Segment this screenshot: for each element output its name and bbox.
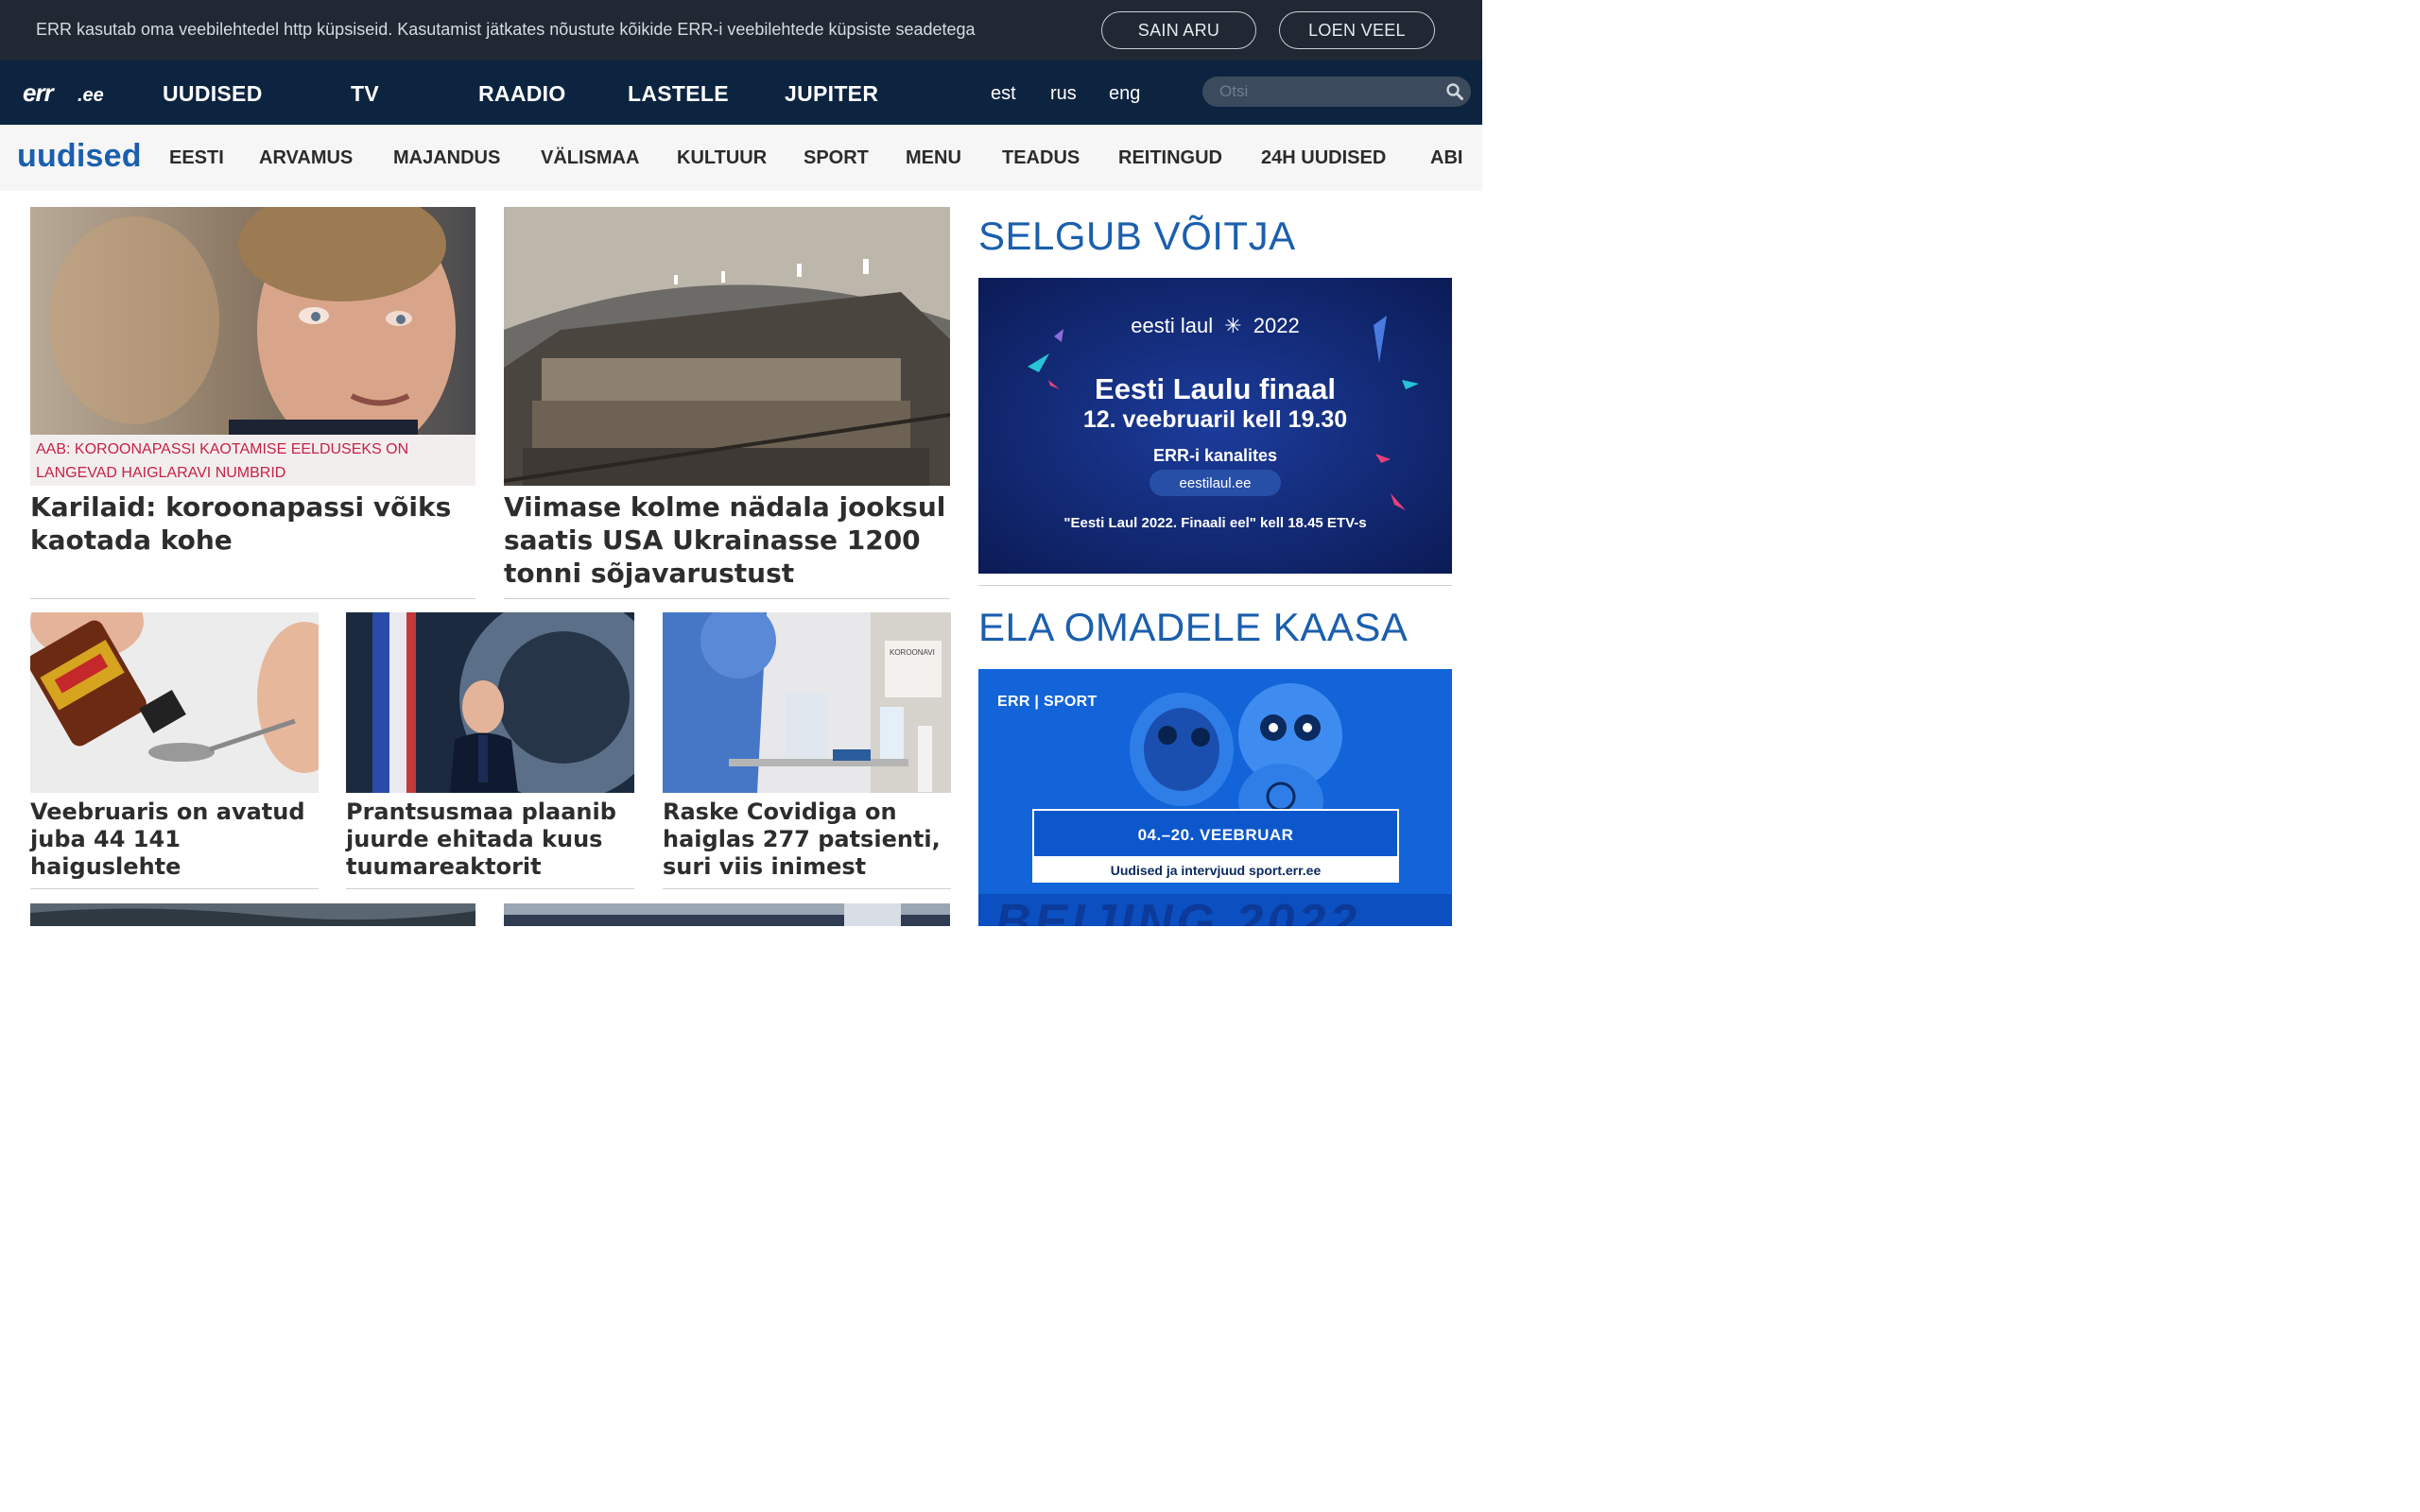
- article-kicker[interactable]: Aab: koroonapassi kaotamise eelduseks on…: [30, 435, 475, 486]
- divider: [30, 598, 475, 599]
- eesti-laul-brand-text: eesti laul: [1131, 314, 1214, 337]
- cookie-bar: ERR kasutab oma veebilehtedel http küpsi…: [0, 0, 1482, 60]
- subnav-menu[interactable]: MENU: [906, 147, 961, 169]
- nav-jupiter[interactable]: JUPITER: [785, 81, 878, 107]
- subnav-majandus[interactable]: MAJANDUS: [393, 147, 500, 169]
- eesti-laul-brand: eesti laul ✳ 2022: [978, 314, 1452, 338]
- cookie-accept-button[interactable]: SAIN ARU: [1101, 11, 1256, 49]
- eesti-laul-date: 12. veebruaril kell 19.30: [1082, 406, 1348, 433]
- section-brand[interactable]: uudised: [17, 138, 142, 175]
- divider: [30, 888, 319, 889]
- err-logo[interactable]: err .ee: [23, 78, 113, 109]
- nav-raadio[interactable]: RAADIO: [478, 81, 566, 107]
- lang-eng[interactable]: eng: [1109, 83, 1140, 105]
- article-image-cargo-plane[interactable]: [504, 207, 950, 486]
- subnav-kultuur[interactable]: KULTUUR: [677, 147, 767, 169]
- nav-uudised[interactable]: UUDISED: [163, 81, 263, 107]
- olympics-dates-box: 04.–20. VEEBRUAR: [1032, 809, 1399, 858]
- beijing-2022-text: BEIJING 2022: [995, 895, 1361, 926]
- olympics-banner[interactable]: ERR | SPORT 04.–20. VEEBRUAR Uudised ja …: [978, 669, 1452, 926]
- eesti-laul-note: "Eesti Laul 2022. Finaali eel" kell 18.4…: [1063, 515, 1367, 531]
- eesti-laul-title: Eesti Laulu finaal: [1095, 372, 1336, 405]
- eesti-laul-banner[interactable]: eesti laul ✳ 2022 Eesti Laulu finaal 12.…: [978, 278, 1452, 574]
- divider: [978, 585, 1452, 586]
- svg-text:KOROONAVI: KOROONAVI: [890, 648, 935, 657]
- olympics-dates: 04.–20. VEEBRUAR: [1137, 826, 1294, 844]
- subnav-24h-uudised[interactable]: 24H UUDISED: [1261, 147, 1386, 169]
- cookie-read-more-button[interactable]: LOEN VEEL: [1279, 11, 1435, 49]
- article-image-karilaid[interactable]: [30, 207, 475, 435]
- divider: [504, 598, 950, 599]
- subnav-arvamus[interactable]: ARVAMUS: [259, 147, 353, 169]
- article-image-medicine[interactable]: [30, 612, 319, 793]
- subnav-valismaa[interactable]: VÄLISMAA: [541, 147, 639, 169]
- divider: [346, 888, 634, 889]
- sidebar-title-selgub-voitja: SELGUB VÕITJA: [978, 214, 1296, 258]
- article-title-ukraine-aid[interactable]: Viimase kolme nädala jooksul saatis USA …: [504, 490, 950, 590]
- subnav-abi[interactable]: ABI: [1430, 147, 1462, 169]
- eesti-laul-year: 2022: [1253, 314, 1300, 337]
- subnav-sport[interactable]: SPORT: [804, 147, 869, 169]
- cookie-text: ERR kasutab oma veebilehtedel http küpsi…: [36, 20, 976, 39]
- article-image-next-1[interactable]: [30, 903, 475, 926]
- article-title-karilaid[interactable]: Karilaid: koroonapassi võiks kaotada koh…: [30, 490, 475, 557]
- nav-lastele[interactable]: LASTELE: [628, 81, 729, 107]
- lang-rus[interactable]: rus: [1050, 83, 1077, 105]
- eesti-laul-star-icon: ✳: [1224, 314, 1242, 337]
- article-image-covid-testing[interactable]: KOROONAVI: [663, 612, 951, 793]
- subnav-reitingud[interactable]: REITINGUD: [1118, 147, 1222, 169]
- search-icon[interactable]: [1446, 83, 1463, 100]
- divider: [663, 888, 951, 889]
- search-box: [1202, 77, 1471, 107]
- eesti-laul-site-pill[interactable]: eestilaul.ee: [1150, 470, 1281, 496]
- article-title-nuclear[interactable]: Prantsusmaa plaanib juurde ehitada kuus …: [346, 799, 634, 881]
- search-input[interactable]: [1219, 82, 1437, 101]
- sidebar-title-ela-omadele-kaasa: ELA OMADELE KAASA: [978, 605, 1409, 649]
- eesti-laul-channels: ERR-i kanalites: [1152, 446, 1278, 465]
- article-title-covid-hospital[interactable]: Raske Covidiga on haiglas 277 patsienti,…: [663, 799, 951, 881]
- article-image-macron[interactable]: [346, 612, 634, 793]
- err-sport-logo: ERR | SPORT: [997, 694, 1098, 710]
- olympics-note: Uudised ja intervjuud sport.err.ee: [1032, 858, 1399, 883]
- article-image-next-2[interactable]: [504, 903, 950, 926]
- svg-text:.ee: .ee: [78, 85, 104, 104]
- lang-est[interactable]: est: [991, 83, 1016, 105]
- nav-tv[interactable]: TV: [351, 81, 379, 107]
- article-title-sick-leave[interactable]: Veebruaris on avatud juba 44 141 haigusl…: [30, 799, 319, 881]
- subnav-eesti[interactable]: EESTI: [169, 147, 224, 169]
- subnav-teadus[interactable]: TEADUS: [1002, 147, 1080, 169]
- svg-text:err: err: [23, 81, 56, 104]
